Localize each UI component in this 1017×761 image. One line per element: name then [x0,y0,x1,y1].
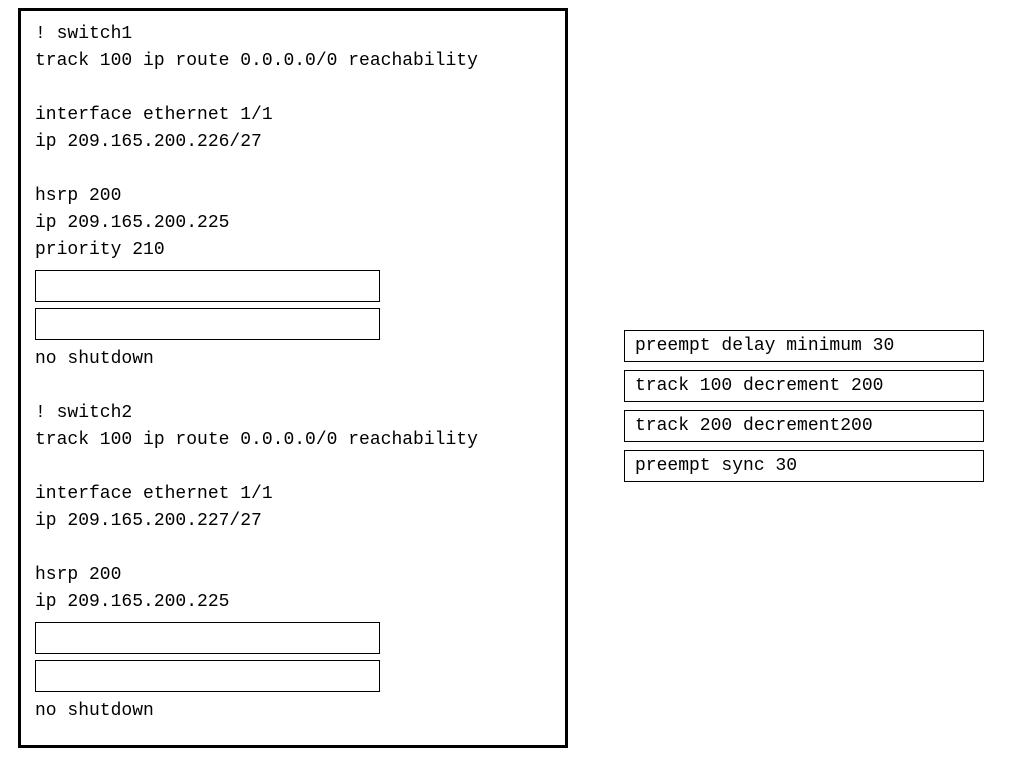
blank-line [35,373,551,400]
switch1-comment: ! switch1 [35,21,551,48]
switch2-track: track 100 ip route 0.0.0.0/0 reachabilit… [35,427,551,454]
drop-slot-4[interactable] [35,660,380,692]
blank-line [35,156,551,183]
option-item-3[interactable]: track 200 decrement200 [624,410,984,442]
blank-line [35,75,551,102]
switch1-priority: priority 210 [35,237,551,264]
switch1-hsrp-ip: ip 209.165.200.225 [35,210,551,237]
drop-slot-3[interactable] [35,622,380,654]
switch1-interface: interface ethernet 1/1 [35,102,551,129]
blank-line [35,454,551,481]
switch2-hsrp: hsrp 200 [35,562,551,589]
switch2-hsrp-ip: ip 209.165.200.225 [35,589,551,616]
drop-slot-1[interactable] [35,270,380,302]
options-panel: preempt delay minimum 30 track 100 decre… [624,330,984,490]
option-item-2[interactable]: track 100 decrement 200 [624,370,984,402]
switch2-comment: ! switch2 [35,400,551,427]
blank-line [35,535,551,562]
switch2-no-shutdown: no shutdown [35,698,551,725]
switch1-hsrp: hsrp 200 [35,183,551,210]
switch2-interface: interface ethernet 1/1 [35,481,551,508]
switch2-ip-if: ip 209.165.200.227/27 [35,508,551,535]
option-item-4[interactable]: preempt sync 30 [624,450,984,482]
option-item-1[interactable]: preempt delay minimum 30 [624,330,984,362]
configuration-box: ! switch1 track 100 ip route 0.0.0.0/0 r… [18,8,568,748]
switch1-ip-if: ip 209.165.200.226/27 [35,129,551,156]
switch1-track: track 100 ip route 0.0.0.0/0 reachabilit… [35,48,551,75]
drop-slot-2[interactable] [35,308,380,340]
switch1-no-shutdown: no shutdown [35,346,551,373]
